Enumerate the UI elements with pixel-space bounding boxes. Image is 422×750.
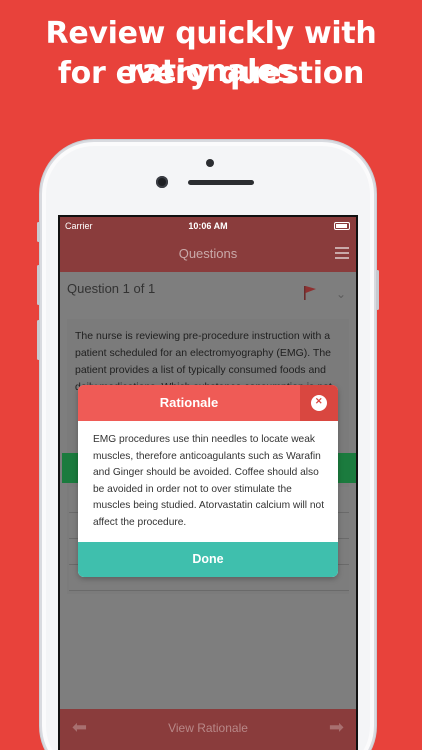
chevron-down-icon[interactable]: ⌄ <box>336 287 346 301</box>
front-camera-icon <box>156 176 168 188</box>
arrow-right-icon[interactable]: ➡ <box>329 717 344 738</box>
volume-up-button <box>37 265 40 305</box>
speaker-grille <box>188 180 254 185</box>
view-rationale-button[interactable]: View Rationale <box>60 721 356 735</box>
power-button <box>376 270 379 310</box>
done-button[interactable]: Done <box>78 542 338 577</box>
battery-icon <box>334 222 350 230</box>
volume-down-button <box>37 320 40 360</box>
modal-title: Rationale <box>159 395 219 410</box>
modal-header: Rationale <box>78 385 338 421</box>
sensor-icon <box>206 159 214 167</box>
bottom-bar: ⬅ View Rationale ➡ <box>60 709 356 750</box>
hamburger-icon[interactable] <box>335 247 349 262</box>
status-time: 10:06 AM <box>188 221 228 231</box>
rationale-text: EMG procedures use thin needles to locat… <box>93 434 325 528</box>
nav-bar: Questions <box>60 235 356 272</box>
flag-icon[interactable] <box>303 285 317 301</box>
mute-switch <box>37 222 40 242</box>
headline-line-2: for every question <box>57 56 365 91</box>
rationale-modal: Rationale EMG procedures use thin needle… <box>78 385 338 577</box>
question-counter: Question 1 of 1 <box>67 281 156 296</box>
nav-title: Questions <box>178 246 238 261</box>
status-bar: Carrier 10:06 AM <box>60 217 356 235</box>
close-button[interactable] <box>300 385 338 421</box>
close-icon[interactable] <box>311 395 327 411</box>
